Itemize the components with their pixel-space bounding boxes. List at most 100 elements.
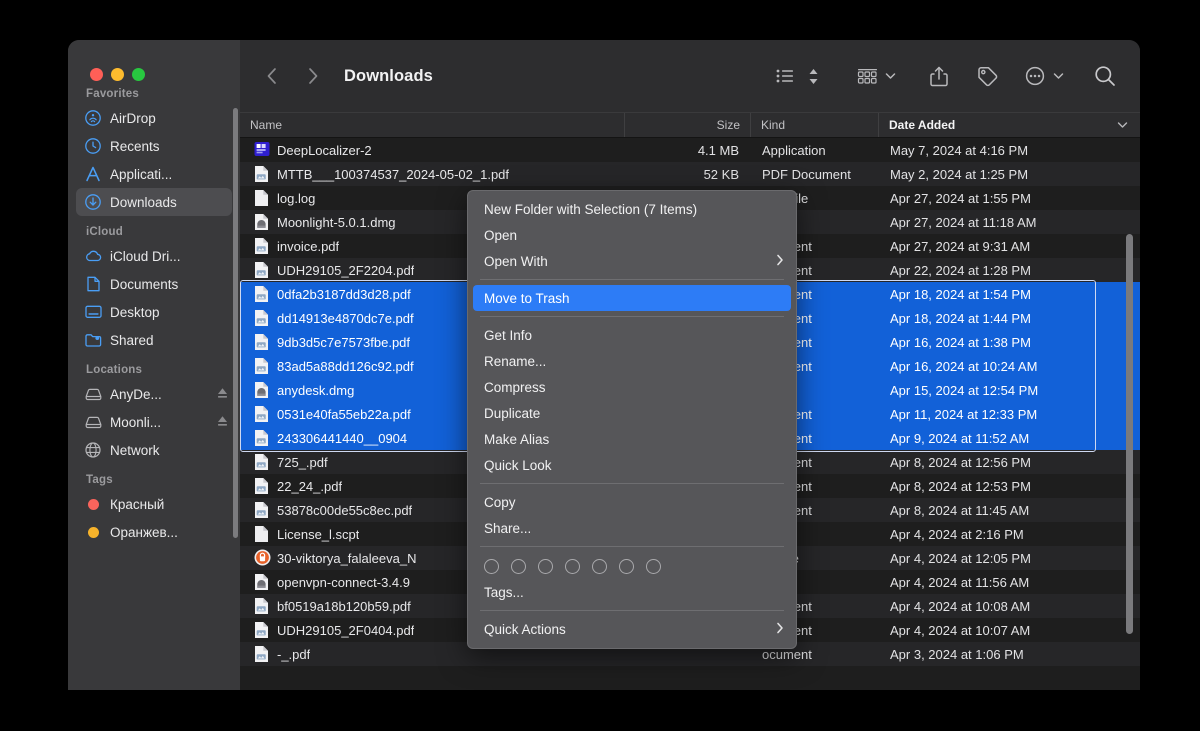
menu-item-share[interactable]: Share... <box>468 515 796 541</box>
file-date-added-cell: Apr 4, 2024 at 10:08 AM <box>890 598 1031 614</box>
chevron-down-icon[interactable] <box>1053 67 1064 85</box>
file-date-added-cell: Apr 16, 2024 at 1:38 PM <box>890 334 1031 350</box>
pdf-icon <box>254 237 270 255</box>
tag-icon[interactable] <box>970 61 1004 91</box>
file-date-added-cell: Apr 8, 2024 at 12:53 PM <box>890 478 1031 494</box>
sidebar-item-moonli[interactable]: Moonli... <box>76 408 232 436</box>
group-by-control[interactable] <box>850 61 896 91</box>
pdf-icon <box>254 597 270 615</box>
downloads-icon <box>83 193 103 211</box>
file-date-added-cell: Apr 9, 2024 at 11:52 AM <box>890 430 1030 446</box>
column-header-name[interactable]: Name <box>240 113 625 137</box>
menu-item-tags[interactable]: Tags... <box>468 579 796 605</box>
sidebar-item-airdrop[interactable]: AirDrop <box>76 104 232 132</box>
eject-icon[interactable] <box>217 415 228 430</box>
tag-swatch-5[interactable] <box>592 559 607 574</box>
zoom-button[interactable] <box>132 68 145 81</box>
sidebar-item-label: Shared <box>110 332 154 348</box>
menu-item-get-info[interactable]: Get Info <box>468 322 796 348</box>
sidebar-section-favorites: Favorites <box>86 88 139 100</box>
column-header-size[interactable]: Size <box>625 113 751 137</box>
sidebar-item-icloud-dri[interactable]: iCloud Dri... <box>76 242 232 270</box>
column-headers: Name Size Kind Date Added <box>240 112 1140 138</box>
sidebar-item-downloads[interactable]: Downloads <box>76 188 232 216</box>
dmg-icon <box>254 381 270 399</box>
menu-item-open[interactable]: Open <box>468 222 796 248</box>
sidebar-item-network[interactable]: Network <box>76 436 232 464</box>
tag-swatch-6[interactable] <box>619 559 634 574</box>
menu-item-open-with[interactable]: Open With <box>468 248 796 274</box>
pdf-icon <box>254 429 270 447</box>
chevron-down-icon[interactable] <box>885 67 896 85</box>
profile-icon <box>254 549 271 567</box>
pdf-icon <box>254 333 270 351</box>
menu-item-label: Open <box>484 227 518 243</box>
sidebar-item-label: Recents <box>110 138 160 154</box>
column-header-kind[interactable]: Kind <box>751 113 879 137</box>
more-ellipsis-icon[interactable] <box>1018 61 1052 91</box>
file-size-cell: 52 KB <box>703 166 739 182</box>
sidebar-item-[interactable]: Оранжев... <box>76 518 232 546</box>
menu-item-new-folder-with-selection-7-items[interactable]: New Folder with Selection (7 Items) <box>468 196 796 222</box>
app-icon <box>254 141 270 159</box>
back-button[interactable] <box>256 61 286 91</box>
share-icon[interactable] <box>922 61 956 91</box>
menu-item-rename[interactable]: Rename... <box>468 348 796 374</box>
sidebar-item-label: Красный <box>110 496 165 512</box>
file-name: 30-viktorya_falaleeva_N <box>277 550 417 566</box>
list-view-icon[interactable] <box>768 61 802 91</box>
eject-icon[interactable] <box>217 387 228 402</box>
file-date-added-cell: Apr 22, 2024 at 1:28 PM <box>890 262 1031 278</box>
network-globe-icon <box>83 441 103 459</box>
tag-swatch-4[interactable] <box>565 559 580 574</box>
sidebar-scrollbar[interactable] <box>233 108 238 538</box>
sidebar-item-recents[interactable]: Recents <box>76 132 232 160</box>
tag-swatch-7[interactable] <box>646 559 661 574</box>
menu-item-quick-actions[interactable]: Quick Actions <box>468 616 796 642</box>
sidebar-item-shared[interactable]: Shared <box>76 326 232 354</box>
file-date-added-cell: May 2, 2024 at 1:25 PM <box>890 166 1029 182</box>
table-row[interactable]: MTTB___100374537_2024-05-02_1.pdf 52 KB PD… <box>240 162 1140 186</box>
sidebar-item-label: Оранжев... <box>110 524 178 540</box>
file-name: UDH29105_2F2204.pdf <box>277 262 415 278</box>
tag-swatch-2[interactable] <box>511 559 526 574</box>
sidebar-section-tags: Tags <box>86 474 113 486</box>
sidebar-item-desktop[interactable]: Desktop <box>76 298 232 326</box>
tag-swatch-1[interactable] <box>484 559 499 574</box>
menu-item-label: Duplicate <box>484 405 541 421</box>
search-icon[interactable] <box>1088 61 1122 91</box>
file-list-scrollbar[interactable] <box>1126 234 1133 634</box>
sidebar-item-applicati[interactable]: Applicati... <box>76 160 232 188</box>
menu-item-quick-look[interactable]: Quick Look <box>468 452 796 478</box>
menu-item-copy[interactable]: Copy <box>468 489 796 515</box>
menu-item-duplicate[interactable]: Duplicate <box>468 400 796 426</box>
sidebar-item-anyde[interactable]: AnyDe... <box>76 380 232 408</box>
pdf-icon <box>254 477 270 495</box>
sidebar-item-label: Network <box>110 442 160 458</box>
pdf-icon <box>254 165 270 183</box>
close-button[interactable] <box>90 68 103 81</box>
more-menu[interactable] <box>1018 61 1064 91</box>
minimize-button[interactable] <box>111 68 124 81</box>
group-view-icon[interactable] <box>850 61 884 91</box>
menu-item-make-alias[interactable]: Make Alias <box>468 426 796 452</box>
file-name: dd14913e4870dc7e.pdf <box>277 310 414 326</box>
tag-swatch-3[interactable] <box>538 559 553 574</box>
menu-item-move-to-trash[interactable]: Move to Trash <box>473 285 791 311</box>
plain-icon <box>254 525 270 543</box>
menu-item-label: Quick Actions <box>484 621 566 637</box>
file-name: MTTB___100374537_2024-05-02_1.pdf <box>277 166 510 182</box>
sidebar-item-documents[interactable]: Documents <box>76 270 232 298</box>
sidebar-item-[interactable]: Красный <box>76 490 232 518</box>
menu-separator <box>480 279 784 280</box>
file-name: 243306441440__0904 <box>277 430 408 446</box>
menu-item-label: Move to Trash <box>484 290 570 306</box>
sort-updown-icon[interactable] <box>802 61 824 91</box>
forward-button[interactable] <box>298 61 328 91</box>
menu-item-compress[interactable]: Compress <box>468 374 796 400</box>
column-header-date-added[interactable]: Date Added <box>879 113 1140 137</box>
file-date-added-cell: Apr 27, 2024 at 11:18 AM <box>890 214 1037 230</box>
sidebar-item-label: iCloud Dri... <box>110 248 181 264</box>
table-row[interactable]: DeepLocalizer-2 4.1 MB Application May 7, 2… <box>240 138 1140 162</box>
airdrop-icon <box>83 109 103 127</box>
